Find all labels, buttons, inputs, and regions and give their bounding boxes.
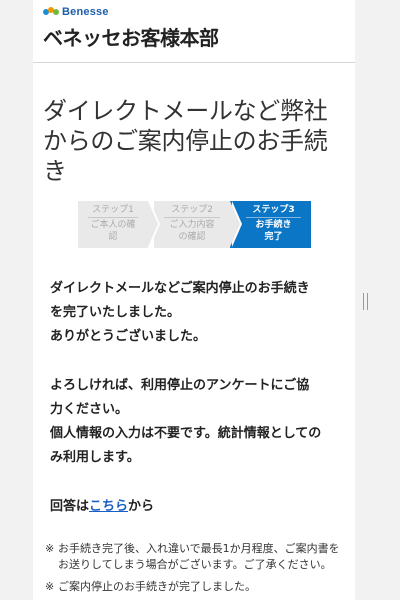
right-gutter <box>355 0 400 600</box>
step-progress: ステップ1 ご本人の確認 ステップ2 ご入力内容の確認 ステップ3 お手続き完了 <box>78 201 311 248</box>
logo-text: Benesse <box>62 6 109 18</box>
benesse-logo-icon <box>43 7 60 17</box>
step-1-label: ご本人の確認 <box>90 220 136 242</box>
step-2-label: ご入力内容の確認 <box>169 220 215 242</box>
answer-paragraph: 回答はこちらから <box>50 495 342 519</box>
page-container: Benesse ベネッセお客様本部 ダイレクトメールなど弊社からのご案内停止のお… <box>33 0 355 600</box>
text-line: を完了いたしました。 <box>50 305 181 320</box>
survey-link[interactable]: こちら <box>89 499 128 514</box>
step-2: ステップ2 ご入力内容の確認 <box>154 201 243 248</box>
benesse-logo[interactable]: Benesse <box>43 6 109 18</box>
page-title: ダイレクトメールなど弊社からのご案内停止のお手続き <box>43 97 328 186</box>
text-line: み利用します。 <box>50 450 140 465</box>
step-3: ステップ3 お手続き完了 <box>230 201 311 248</box>
text-line: 個人情報の入力は不要です。統計情報としての <box>50 426 322 441</box>
note-mark: ※ <box>45 580 55 593</box>
note-item: ※ ご案内停止のお手続きが完了しました。 <box>45 579 347 595</box>
note-text: お手続き完了後、入れ違いで最長1か月程度、ご案内書をお送りしてしまう場合がござい… <box>58 542 340 571</box>
step-1-number: ステップ1 <box>92 205 134 215</box>
answer-suffix: から <box>128 499 155 514</box>
resize-handle[interactable] <box>363 293 368 310</box>
site-title: ベネッセお客様本部 <box>43 26 219 50</box>
completion-message: ダイレクトメールなどご案内停止のお手続き を完了いたしました。 ありがとうござい… <box>50 277 342 519</box>
survey-paragraph: よろしければ、利用停止のアンケートにご協 力ください。 個人情報の入力は不要です… <box>50 374 342 470</box>
step-2-number: ステップ2 <box>171 205 213 215</box>
site-header: Benesse ベネッセお客様本部 <box>33 0 355 63</box>
text-line: ありがとうございました。 <box>50 329 207 344</box>
step-1: ステップ1 ご本人の確認 <box>78 201 161 248</box>
note-mark: ※ <box>45 542 55 555</box>
step-3-label: お手続き完了 <box>255 220 292 242</box>
answer-prefix: 回答は <box>50 499 90 514</box>
text-line: よろしければ、利用停止のアンケートにご協 <box>50 378 310 393</box>
step-3-number: ステップ3 <box>252 205 295 215</box>
text-line: 力ください。 <box>50 402 129 417</box>
note-item: ※ お手続き完了後、入れ違いで最長1か月程度、ご案内書をお送りしてしまう場合がご… <box>45 541 347 573</box>
notes-section: ※ お手続き完了後、入れ違いで最長1か月程度、ご案内書をお送りしてしまう場合がご… <box>45 541 347 595</box>
text-line: ダイレクトメールなどご案内停止のお手続き <box>50 281 310 296</box>
note-text: ご案内停止のお手続きが完了しました。 <box>58 580 256 593</box>
completion-paragraph: ダイレクトメールなどご案内停止のお手続き を完了いたしました。 ありがとうござい… <box>50 277 342 349</box>
